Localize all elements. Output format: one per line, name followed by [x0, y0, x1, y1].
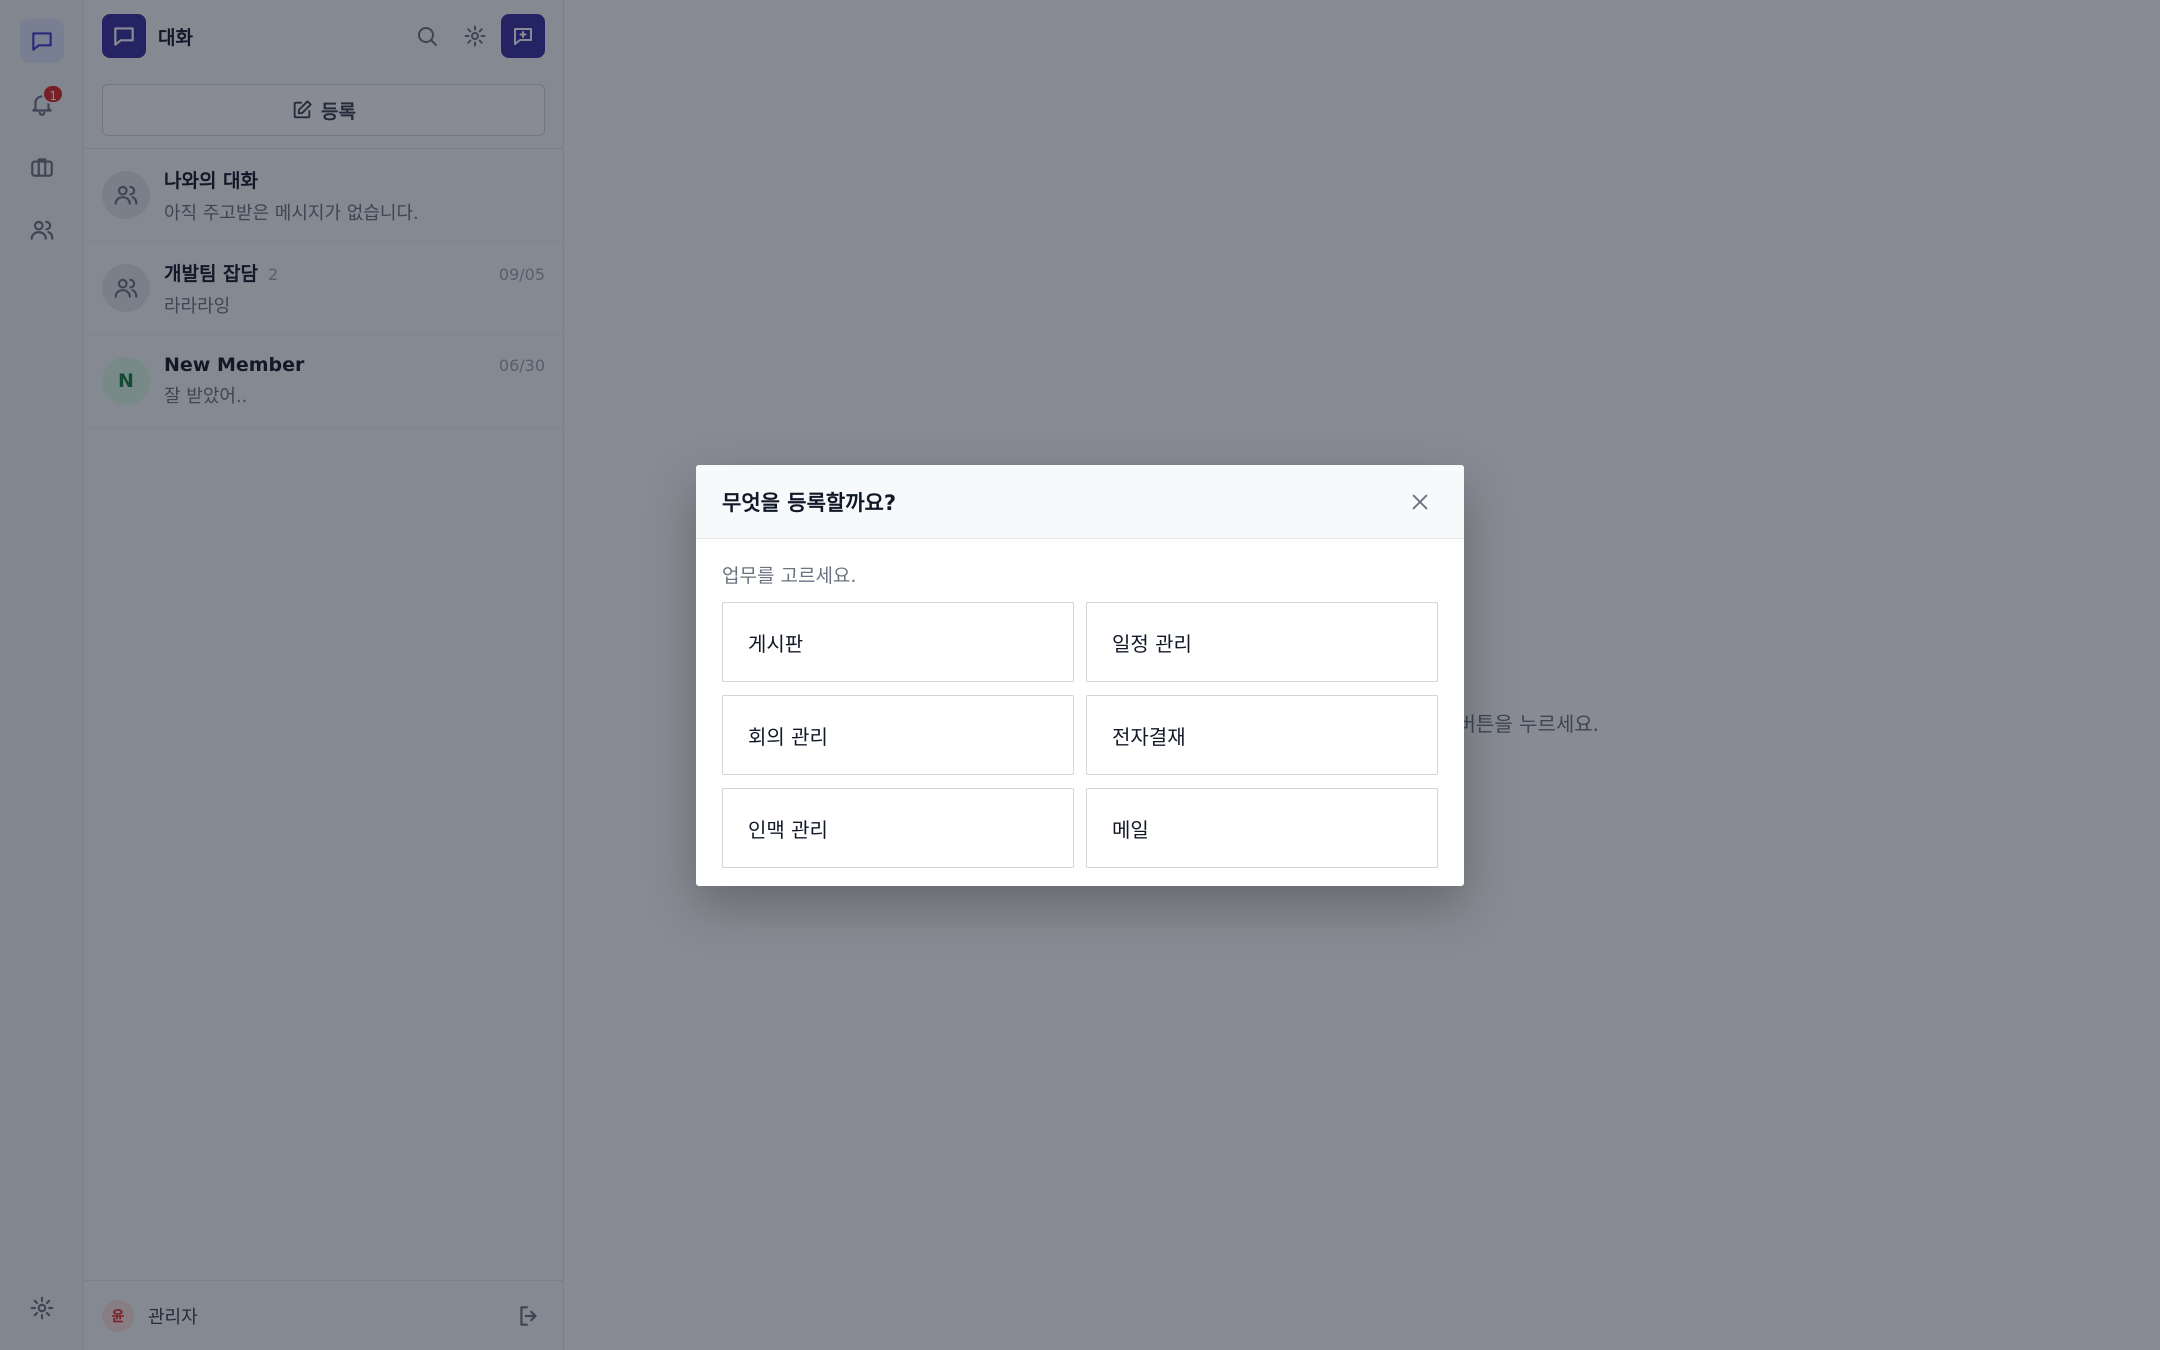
- option-meeting[interactable]: 회의 관리: [722, 695, 1074, 775]
- modal-title: 무엇을 등록할까요?: [722, 490, 897, 515]
- option-contacts[interactable]: 인맥 관리: [722, 788, 1074, 868]
- modal-close-button[interactable]: [1402, 484, 1438, 520]
- option-approval[interactable]: 전자결재: [1086, 695, 1438, 775]
- register-modal: 무엇을 등록할까요? 업무를 고르세요. 게시판 일정 관리 회의 관리 전자결…: [696, 465, 1464, 886]
- option-board[interactable]: 게시판: [722, 602, 1074, 682]
- option-grid: 게시판 일정 관리 회의 관리 전자결재 인맥 관리 메일: [722, 602, 1438, 868]
- modal-header: 무엇을 등록할까요?: [696, 465, 1464, 539]
- close-icon: [1412, 494, 1428, 509]
- option-schedule[interactable]: 일정 관리: [1086, 602, 1438, 682]
- modal-body: 업무를 고르세요. 게시판 일정 관리 회의 관리 전자결재 인맥 관리 메일: [696, 539, 1464, 886]
- option-mail[interactable]: 메일: [1086, 788, 1438, 868]
- modal-subtitle: 업무를 고르세요.: [722, 565, 857, 587]
